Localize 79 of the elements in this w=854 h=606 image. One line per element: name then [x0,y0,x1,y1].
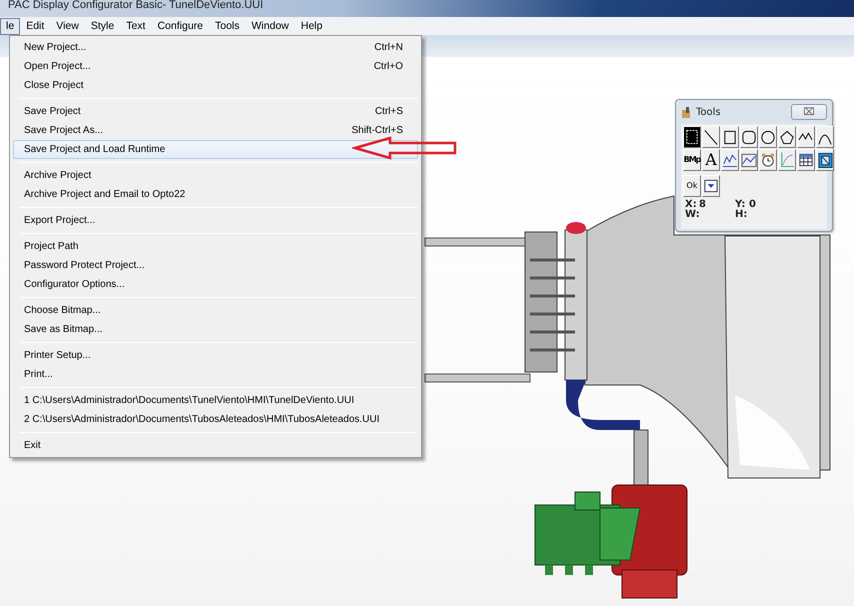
menu-item[interactable]: Print... [13,365,418,384]
button-tool-button[interactable]: Ok [683,175,701,197]
window-title: PAC Display Configurator Basic- TunelDeViento.UUI [8,0,264,11]
menu-item[interactable]: View [50,18,85,34]
menu-item[interactable]: Save Project Ctrl+S [13,102,418,121]
menu-item-label: Save as Bitmap... [24,323,102,337]
menu-item[interactable]: Choose Bitmap... [13,301,418,320]
menu-item[interactable]: Archive Project [13,166,418,185]
menu-item[interactable]: Style [84,18,120,34]
close-button[interactable]: ⌧ [791,104,827,120]
menu-item[interactable]: 2 C:\Users\Administrador\Documents\TubosAleteados\HMI\TubosAleteados.UUI [13,410,418,429]
menu-item[interactable]: Tools [209,18,246,34]
shortcut-label: Shift-Ctrl+S [352,124,403,138]
menu-item-label: 1 C:\Users\Administrador\Documents\TunelViento\HMI\TunelDeViento.UUI [24,394,354,408]
menu-item[interactable]: Export Project... [13,211,418,230]
coord-label: X: [685,200,697,210]
shortcut-label: Ctrl+S [374,105,403,119]
menu-item[interactable]: New Project... Ctrl+N [13,38,418,57]
menu-item-label: Print... [24,368,53,382]
coord-value: 8 [699,200,707,210]
menu-item-label: Project Path [24,240,78,254]
rectangle-tool-icon[interactable] [721,126,739,148]
menu-item[interactable]: Password Protect Project... [13,256,418,275]
chart-icon[interactable] [740,149,758,171]
coord-label: H: [735,210,748,220]
text-tool-button[interactable]: A [702,149,720,171]
coord-value: 0 [749,200,757,210]
rounded-rectangle-tool-icon[interactable] [740,126,758,148]
bitmap-tool-button[interactable]: BMp [683,149,701,171]
menu-item-label: Exit [24,439,41,453]
menu-item-label: Export Project... [24,214,96,228]
menu-item-label: Password Protect Project... [24,259,145,273]
alarm-clock-icon[interactable] [759,149,777,171]
frame-icon[interactable] [816,149,834,171]
menu-item[interactable]: Configure [151,18,209,34]
menu-item[interactable]: Help [294,18,328,34]
menu-item-label: 2 C:\Users\Administrador\Documents\TubosAleteados\HMI\TubosAleteados.UUI [24,413,380,427]
table-icon[interactable] [797,149,815,171]
menu-item[interactable]: Text [120,18,152,34]
palette-title: Tools [696,106,721,120]
menu-item[interactable]: Close Project [13,76,418,95]
shortcut-label: Ctrl+O [374,60,403,74]
menu-item[interactable]: Exit [13,436,418,455]
polyline-tool-icon[interactable] [797,126,815,148]
menu-item[interactable]: 1 C:\Users\Administrador\Documents\TunelViento\HMI\TunelDeViento.UUI [13,391,418,410]
menu-item-label: Configurator Options... [24,278,125,292]
menu-item-label: Printer Setup... [24,349,91,363]
menu-item[interactable]: Save Project As... Shift-Ctrl+S [13,121,418,140]
graph-icon[interactable] [778,149,796,171]
menu-item-label: Archive Project and Email to Opto22 [24,188,186,202]
polygon-tool-icon[interactable] [778,126,796,148]
selection-tool-icon[interactable] [683,126,701,148]
menu-item[interactable]: Project Path [13,237,418,256]
menu-item[interactable]: Window [246,18,295,34]
menu-item-label: Save Project [24,105,81,119]
menu-item[interactable]: Save Project and Load Runtime [13,140,418,159]
menu-item[interactable]: le [0,18,20,34]
menu-item[interactable]: Printer Setup... [13,346,418,365]
arc-tool-icon[interactable] [816,126,834,148]
line-tool-icon[interactable] [702,126,720,148]
menu-item[interactable]: Open Project... Ctrl+O [13,57,418,76]
menu-item-label: Save Project and Load Runtime [24,143,166,157]
coord-label: W: [685,210,699,220]
dropdown-icon[interactable] [702,175,720,197]
menu-item-label: Choose Bitmap... [24,304,101,318]
menu-item[interactable]: Archive Project and Email to Opto22 [13,185,418,204]
menu-item[interactable]: Save as Bitmap... [13,320,418,339]
menu-item-label: Close Project [24,79,84,93]
menu-item[interactable]: Configurator Options... [13,275,418,294]
menu-item-label: Open Project... [24,60,91,74]
circle-tool-icon[interactable] [759,126,777,148]
menu-item-label: Archive Project [24,169,92,183]
menu-item-label: New Project... [24,41,86,55]
shortcut-label: Ctrl+N [374,41,403,55]
coord-label: Y: [735,200,746,210]
menu-item-label: Save Project As... [24,124,103,138]
tools-icon [681,106,693,118]
menu-item[interactable]: Edit [20,18,50,34]
trend-chart-icon[interactable] [721,149,739,171]
